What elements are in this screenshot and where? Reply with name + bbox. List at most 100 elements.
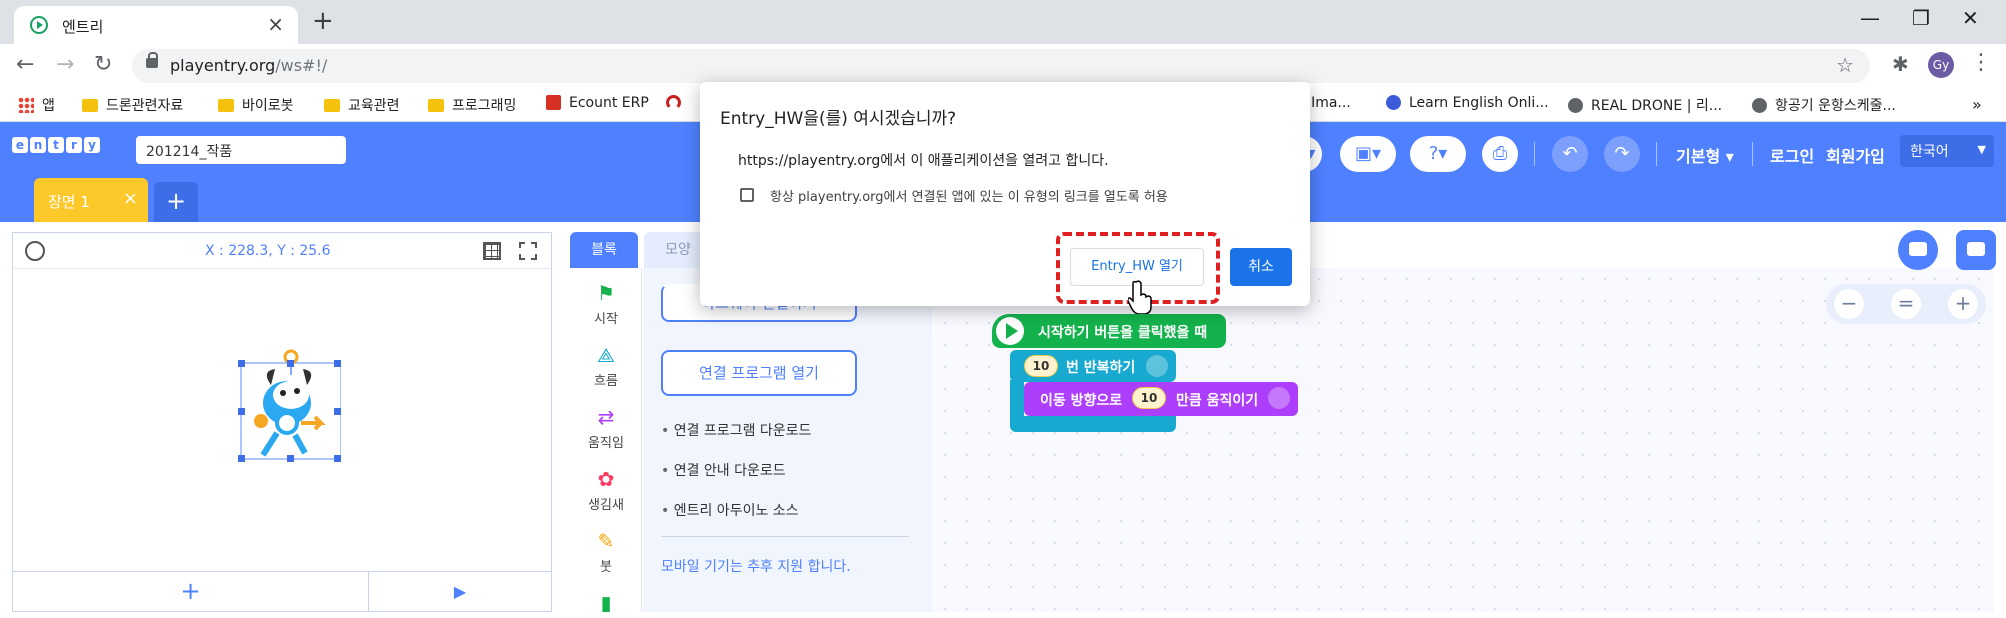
when-start-clicked-block[interactable]: 시작하기 버튼을 클릭했을 때 bbox=[992, 314, 1226, 348]
bookmark-folder[interactable]: 드론관련자료 bbox=[82, 95, 183, 115]
help-icon[interactable]: ?▾ bbox=[1410, 136, 1466, 172]
restore-icon[interactable]: ❐ bbox=[1912, 6, 1930, 30]
bookmark-ecount[interactable]: Ecount ERP bbox=[546, 95, 649, 111]
folder-icon bbox=[82, 99, 98, 112]
header-divider bbox=[1656, 142, 1657, 166]
entry-bot-sprite[interactable] bbox=[231, 333, 341, 463]
hardware-block-menu: 하드웨어 연결하기 연결 프로그램 열기 연결 프로그램 다운로드 연결 안내 … bbox=[643, 268, 933, 612]
entry-logo[interactable]: e n t r y bbox=[12, 137, 100, 153]
brush-icon: ✎ bbox=[597, 529, 615, 553]
ecount-icon bbox=[546, 95, 561, 110]
scene-close-icon[interactable]: × bbox=[123, 188, 138, 209]
window-close-icon[interactable]: ✕ bbox=[1962, 6, 1979, 30]
flow-icon: ⟁ bbox=[597, 343, 615, 367]
undo-icon[interactable]: ↶ bbox=[1552, 136, 1588, 172]
bookmark-folder[interactable]: 프로그래밍 bbox=[428, 95, 516, 115]
open-program-button[interactable]: 연결 프로그램 열기 bbox=[661, 350, 857, 396]
project-name-input[interactable]: 201214_작품 bbox=[136, 136, 346, 164]
address-bar[interactable]: playentry.org/ws#!/ ☆ bbox=[132, 49, 1870, 83]
always-allow-checkbox[interactable] bbox=[740, 188, 754, 202]
flow-icon bbox=[1146, 355, 1168, 377]
category-move[interactable]: ⇄ 움직임 bbox=[570, 398, 642, 460]
scene-tab-label: 장면 1 bbox=[48, 193, 90, 211]
language-select[interactable]: 한국어 bbox=[1900, 135, 1994, 167]
stage-coordinates: X : 228.3, Y : 25.6 bbox=[205, 243, 331, 259]
lock-icon[interactable] bbox=[146, 52, 158, 68]
add-object-button[interactable]: + bbox=[13, 572, 369, 612]
url-text[interactable]: playentry.org/ws#!/ bbox=[170, 56, 327, 75]
reload-icon[interactable]: ↻ bbox=[94, 52, 112, 77]
repeat-count-input[interactable]: 10 bbox=[1024, 355, 1058, 377]
login-link[interactable]: 로그인 bbox=[1770, 143, 1814, 167]
repeat-block-foot bbox=[1010, 416, 1176, 432]
print-icon[interactable]: ⎙ bbox=[1482, 136, 1518, 172]
category-start[interactable]: ⚑ 시작 bbox=[570, 274, 642, 336]
hand-cursor-icon bbox=[1128, 280, 1152, 314]
browser-menu-icon[interactable]: ⋮ bbox=[1970, 50, 1992, 75]
bookmark-folder[interactable]: 교육관련 bbox=[324, 95, 400, 115]
avatar[interactable]: Gy bbox=[1928, 52, 1954, 78]
bookmark-apps[interactable]: 앱 bbox=[18, 95, 55, 115]
arduino-source-link[interactable]: 엔트리 아두이노 소스 bbox=[661, 500, 799, 520]
folder-icon bbox=[324, 99, 340, 112]
back-icon[interactable]: ← bbox=[16, 52, 34, 77]
bookmark-arch-icon[interactable] bbox=[666, 95, 689, 111]
category-brush[interactable]: ✎ 붓 bbox=[570, 522, 642, 584]
move-direction-block[interactable]: 이동 방향으로 10 만큼 움직이기 bbox=[1024, 382, 1298, 416]
category-flow[interactable]: ⟁ 흐름 bbox=[570, 336, 642, 398]
grid-icon[interactable] bbox=[483, 242, 501, 260]
browser-tab[interactable]: 엔트리 × bbox=[14, 6, 298, 44]
bookmarks-overflow[interactable]: » bbox=[1972, 95, 1982, 114]
repeat-block-arm bbox=[1010, 380, 1024, 416]
block-categories: ⚑ 시작 ⟁ 흐름 ⇄ 움직임 ✿ 생김새 ✎ 붓 ▮ bbox=[570, 268, 642, 612]
looks-icon: ✿ bbox=[597, 467, 615, 491]
chart-icon: ▮ bbox=[600, 591, 612, 612]
scene-tab[interactable]: 장면 1 × bbox=[34, 178, 148, 222]
bookmark-flight-schedule[interactable]: 항공기 운항스케줄... bbox=[1752, 95, 1896, 115]
zoom-in-button[interactable]: + bbox=[1948, 289, 1978, 319]
tab-blocks[interactable]: 블록 bbox=[570, 232, 638, 268]
dialog-title: Entry_HW을(를) 여시겠습니까? bbox=[720, 109, 957, 129]
comment-icon[interactable] bbox=[1898, 230, 1938, 270]
entry-favicon-icon bbox=[30, 16, 48, 34]
folder-icon bbox=[218, 99, 234, 112]
category-more[interactable]: ▮ bbox=[570, 584, 642, 612]
tab-close-icon[interactable]: × bbox=[267, 12, 284, 36]
extensions-icon[interactable]: ✱ bbox=[1892, 52, 1909, 76]
move-count-input[interactable]: 10 bbox=[1132, 387, 1166, 409]
save-icon[interactable]: ▣▾ bbox=[1340, 136, 1396, 172]
run-button[interactable]: ▶ bbox=[369, 572, 551, 612]
category-looks[interactable]: ✿ 생김새 bbox=[570, 460, 642, 522]
stage-toolbar: X : 228.3, Y : 25.6 bbox=[13, 233, 551, 269]
zoom-reset-button[interactable]: = bbox=[1891, 289, 1921, 319]
backpack-icon[interactable] bbox=[1956, 230, 1996, 270]
play-icon bbox=[996, 317, 1024, 345]
minimize-icon[interactable]: — bbox=[1860, 6, 1880, 30]
tab-title: 엔트리 bbox=[62, 18, 104, 36]
bookmark-star-icon[interactable]: ☆ bbox=[1836, 53, 1854, 77]
bookmark-folder[interactable]: 바이로봇 bbox=[218, 95, 294, 115]
repeat-block[interactable]: 10 번 반복하기 bbox=[1010, 350, 1176, 382]
header-divider bbox=[1534, 142, 1535, 166]
mode-selector[interactable]: 기본형 ▾ bbox=[1676, 143, 1734, 167]
globe-icon bbox=[1568, 98, 1583, 113]
download-guide-link[interactable]: 연결 안내 다운로드 bbox=[661, 460, 786, 480]
globe-icon bbox=[1752, 98, 1767, 113]
redo-icon[interactable]: ↷ bbox=[1604, 136, 1640, 172]
new-tab-icon[interactable]: + bbox=[312, 6, 334, 36]
add-scene-button[interactable]: + bbox=[154, 182, 198, 222]
move-icon: ⇄ bbox=[597, 405, 615, 429]
forward-icon[interactable]: → bbox=[56, 52, 74, 77]
stage-panel: X : 228.3, Y : 25.6 + ▶ bbox=[12, 232, 552, 612]
zoom-out-button[interactable]: − bbox=[1834, 289, 1864, 319]
cancel-button[interactable]: 취소 bbox=[1230, 248, 1292, 286]
signup-link[interactable]: 회원가입 bbox=[1826, 143, 1885, 167]
bookmark-learn-english[interactable]: Learn English Onli... bbox=[1386, 95, 1549, 111]
download-program-link[interactable]: 연결 프로그램 다운로드 bbox=[661, 420, 812, 440]
open-app-dialog: Entry_HW을(를) 여시겠습니까? https://playentry.o… bbox=[700, 82, 1310, 306]
bookmark-real-drone[interactable]: REAL DRONE | 리... bbox=[1568, 95, 1722, 115]
fullscreen-icon[interactable] bbox=[519, 242, 537, 260]
speed-gauge-icon[interactable] bbox=[25, 241, 45, 261]
always-allow-label[interactable]: 항상 playentry.org에서 연결된 앱에 있는 이 유형의 링크를 열… bbox=[770, 186, 1168, 205]
globe-icon bbox=[1386, 95, 1401, 110]
